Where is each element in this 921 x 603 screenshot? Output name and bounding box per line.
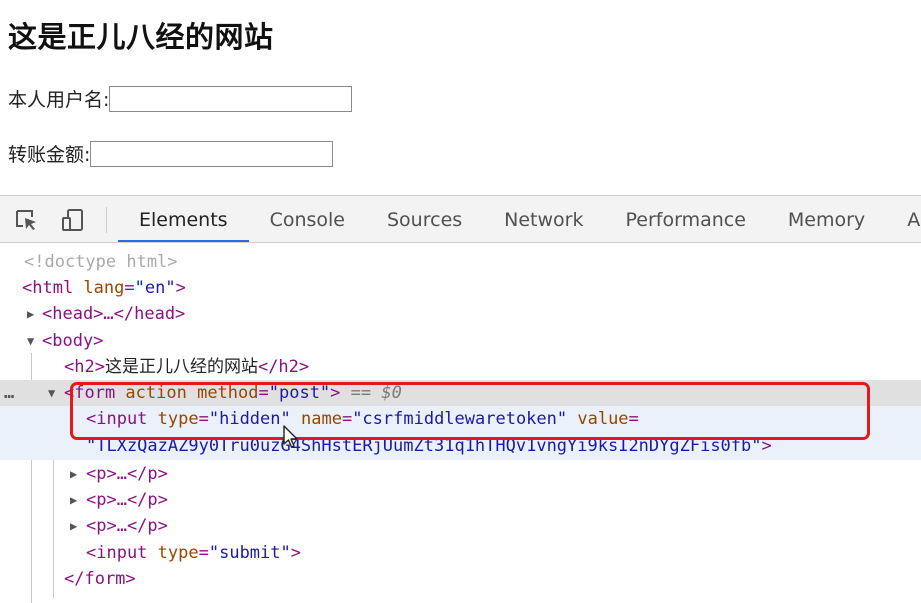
expand-triangle-icon[interactable]: ▶ <box>70 461 77 487</box>
tab-network[interactable]: Network <box>483 196 604 242</box>
submit-close-bracket: > <box>290 543 301 563</box>
more-options-icon[interactable]: … <box>4 380 14 406</box>
mouse-cursor-icon <box>283 425 298 448</box>
expand-triangle-icon[interactable]: ▶ <box>70 487 77 513</box>
tree-line-submit-input[interactable]: <input type="submit"> <box>0 540 921 566</box>
html-lang-attr: lang <box>73 278 125 298</box>
tree-line-head[interactable]: ▶ <head>…</head> <box>0 301 921 327</box>
tab-performance[interactable]: Performance <box>605 196 767 242</box>
submit-type-value: "submit" <box>208 543 291 563</box>
tree-line-p[interactable]: ▶ <p>…</p> <box>0 461 921 487</box>
tree-line-html[interactable]: <html lang="en"> <box>0 275 921 301</box>
head-node: <head>…</head> <box>42 304 186 324</box>
amount-label: 转账金额: <box>8 144 91 166</box>
body-node: <body> <box>42 331 104 351</box>
collapse-triangle-icon[interactable]: ▼ <box>27 328 34 354</box>
p-node: <p>…</p> <box>86 464 168 484</box>
tab-sources[interactable]: Sources <box>366 196 483 242</box>
tab-console[interactable]: Console <box>249 196 366 242</box>
toolbar-separator <box>106 207 107 233</box>
h2-open-tag: <h2> <box>64 357 105 377</box>
eq-sign: = <box>198 543 209 563</box>
tree-line-form-close[interactable]: </form> <box>0 566 921 592</box>
h2-text: 这是正儿八经的网站 <box>104 357 258 377</box>
tab-memory[interactable]: Memory <box>767 196 886 242</box>
tree-line-doctype[interactable]: <!doctype html> <box>0 249 921 275</box>
p-node: <p>…</p> <box>86 516 168 536</box>
inspect-element-icon[interactable] <box>14 208 40 232</box>
tab-application-truncated[interactable]: Ap <box>886 196 921 242</box>
amount-row: 转账金额: <box>8 140 334 167</box>
devtools-toolbar: Elements Console Sources Network Perform… <box>0 195 921 243</box>
h2-close-tag: </h2> <box>257 357 310 377</box>
tree-line-body[interactable]: ▼ <body> <box>0 328 921 354</box>
devtools-tabs: Elements Console Sources Network Perform… <box>118 196 921 242</box>
tab-elements[interactable]: Elements <box>118 196 249 242</box>
rendered-page: 这是正儿八经的网站 本人用户名: 转账金额: <box>0 0 921 195</box>
eq-sign: = <box>124 278 135 298</box>
amount-input[interactable] <box>90 140 334 167</box>
expand-triangle-icon[interactable]: ▶ <box>27 301 34 327</box>
annotation-highlight-box <box>70 382 870 440</box>
html-lang-value: "en" <box>134 278 176 298</box>
username-row: 本人用户名: <box>8 85 353 112</box>
tree-line-h2[interactable]: <h2>这是正儿八经的网站</h2> <box>0 354 921 380</box>
p-node: <p>…</p> <box>86 490 168 510</box>
device-toolbar-icon[interactable] <box>60 208 86 232</box>
h2-node: <h2>这是正儿八经的网站</h2> <box>64 354 309 380</box>
html-close-bracket: > <box>175 278 186 298</box>
html-open-tag: <html <box>22 278 74 298</box>
submit-open-tag: <input <box>86 543 148 563</box>
form-close-tag: </form> <box>64 569 136 589</box>
tree-line-p[interactable]: ▶ <p>…</p> <box>0 513 921 539</box>
expand-triangle-icon[interactable]: ▶ <box>70 513 77 539</box>
collapse-triangle-icon[interactable]: ▼ <box>48 380 55 406</box>
username-input[interactable] <box>109 85 353 112</box>
submit-input-node: <input type="submit"> <box>86 540 301 566</box>
username-label: 本人用户名: <box>8 89 110 111</box>
tree-line-p[interactable]: ▶ <p>…</p> <box>0 487 921 513</box>
page-heading: 这是正儿八经的网站 <box>8 20 274 54</box>
devtools-panel: Elements Console Sources Network Perform… <box>0 195 921 603</box>
submit-type-attr: type <box>147 543 199 563</box>
doctype-node: <!doctype html> <box>24 252 178 272</box>
html-node: <html lang="en"> <box>22 275 186 301</box>
